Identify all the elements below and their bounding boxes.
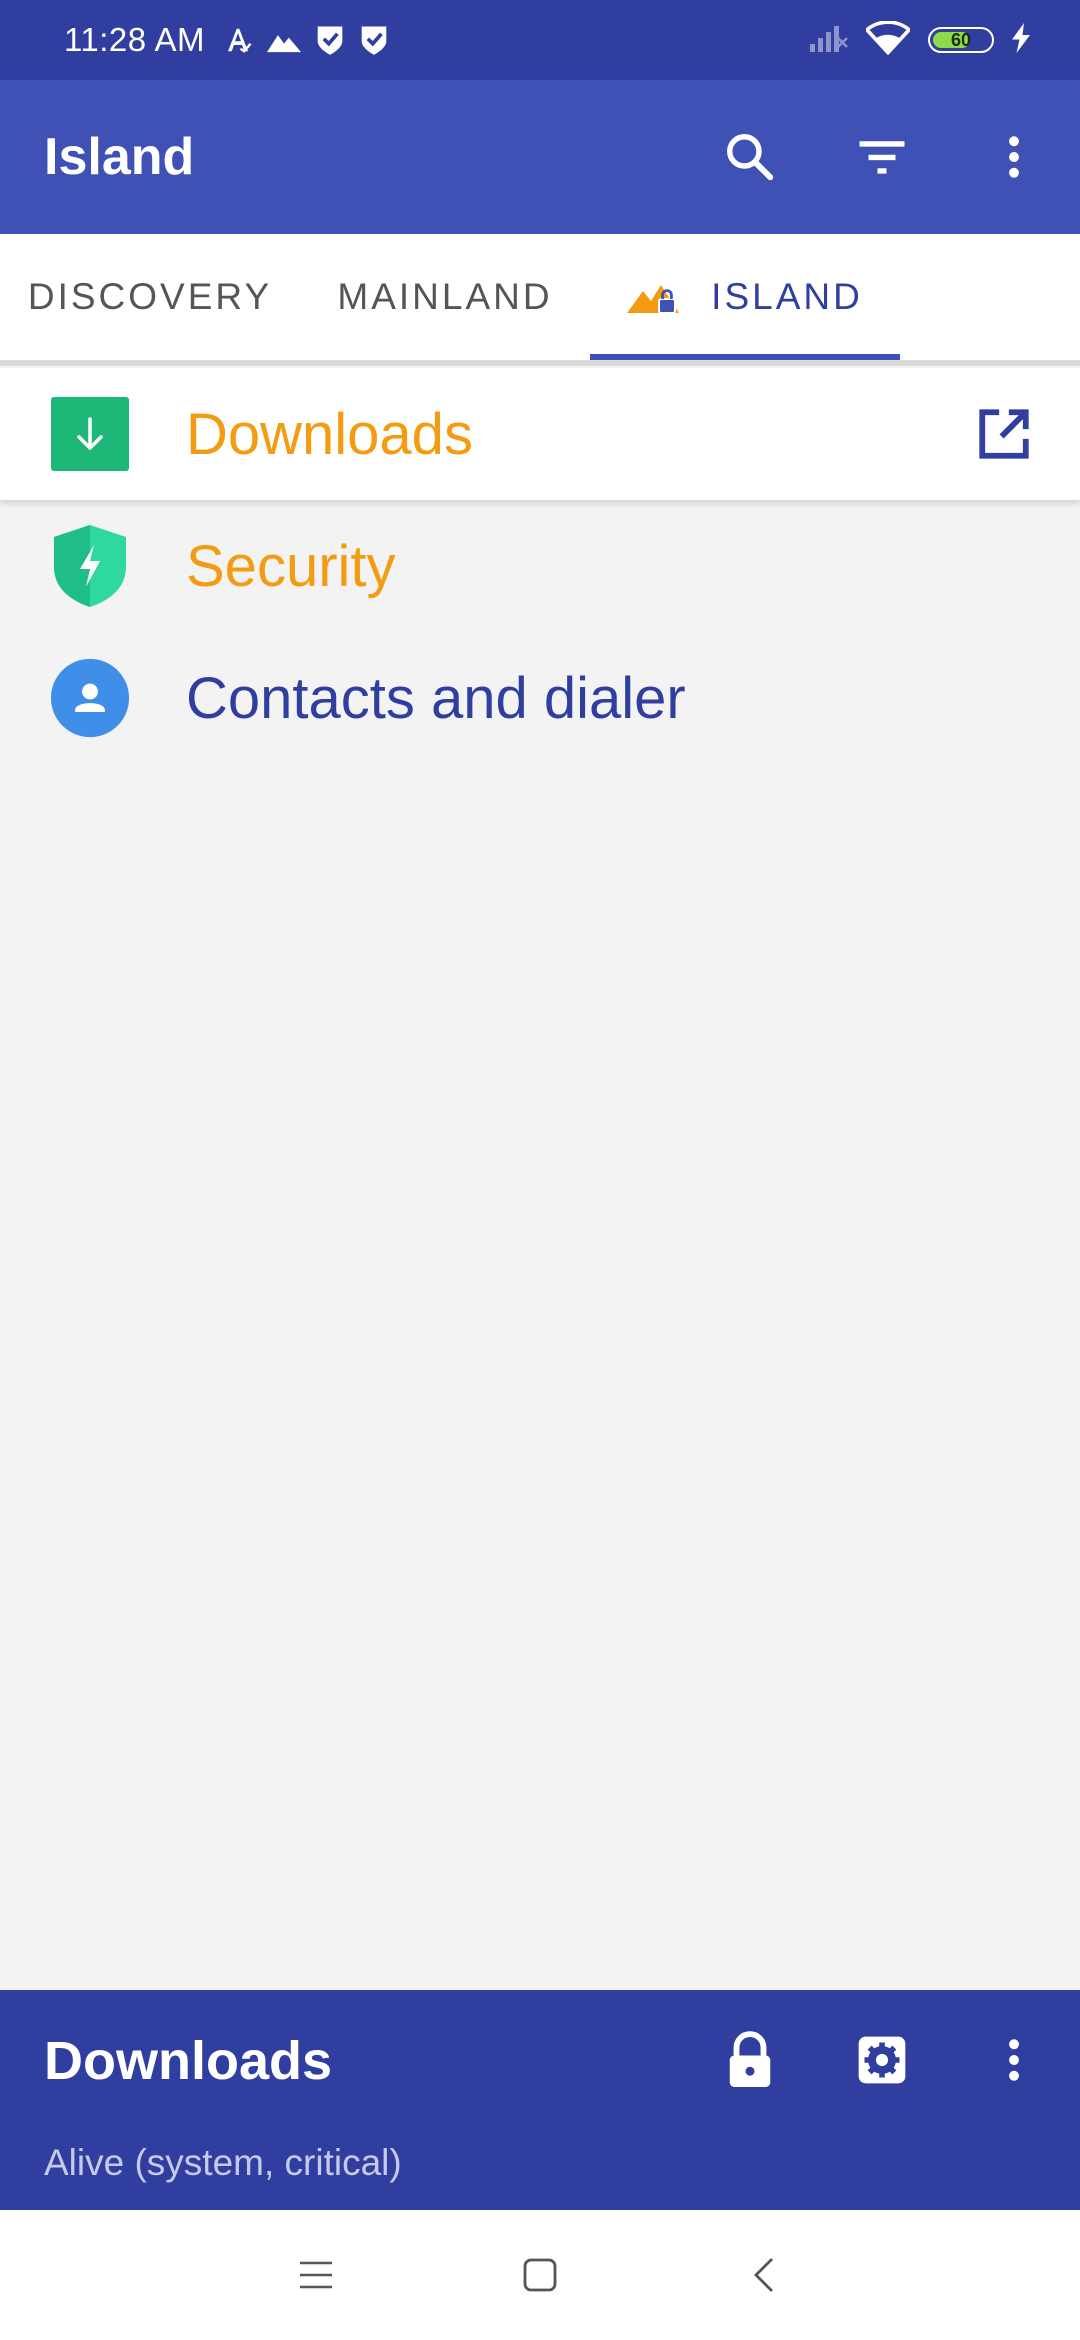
more-vert-icon [1009, 136, 1019, 178]
charging-icon [1012, 22, 1030, 58]
app-label: Security [186, 533, 396, 599]
island-icon [266, 27, 301, 53]
more-vert-icon [1009, 2039, 1019, 2081]
tab-indicator [590, 354, 900, 360]
tab-island[interactable]: ISLAND [590, 234, 900, 360]
tab-bar: DISCOVERY MAINLAND ISLAND [0, 234, 1080, 366]
island-tab-icon [627, 277, 683, 317]
download-icon [50, 394, 130, 474]
app-label: Contacts and dialer [186, 665, 686, 731]
list-item-downloads[interactable]: Downloads [0, 368, 1080, 500]
list-item-contacts[interactable]: Contacts and dialer [0, 632, 1080, 764]
wifi-icon [864, 19, 912, 60]
shield-check-icon [359, 24, 389, 56]
open-app-button[interactable] [964, 394, 1044, 474]
menu-icon [300, 2261, 332, 2289]
battery-level: 60 [950, 29, 972, 50]
recents-button[interactable] [204, 2210, 428, 2340]
filter-button[interactable] [816, 91, 948, 223]
home-square-icon [523, 2258, 557, 2292]
list-item-security[interactable]: Security [0, 500, 1080, 632]
home-button[interactable] [428, 2210, 652, 2340]
search-icon [727, 134, 774, 181]
shield-check-icon [315, 24, 345, 56]
status-bar: 11:28 AM 60 [0, 0, 1080, 80]
status-time: 11:28 AM [64, 21, 205, 58]
bottom-more-button[interactable] [948, 2010, 1080, 2110]
tab-discovery[interactable]: DISCOVERY [0, 234, 300, 360]
security-shield-icon [50, 525, 130, 607]
a-icon [223, 25, 253, 55]
contacts-icon [50, 658, 130, 738]
battery-icon: 60 [928, 27, 994, 53]
app-title: Island [44, 128, 195, 186]
lock-icon [729, 2031, 771, 2087]
app-bar: Island [0, 80, 1080, 234]
app-label: Downloads [186, 401, 473, 467]
settings-icon [858, 2036, 906, 2084]
signal-icon [808, 24, 848, 57]
tab-label: MAINLAND [337, 276, 553, 317]
bottom-sheet-subtitle: Alive (system, critical) [44, 2142, 402, 2183]
open-in-new-icon [979, 409, 1029, 459]
tab-label: DISCOVERY [27, 276, 273, 317]
bottom-sheet-title: Downloads [44, 2031, 333, 2091]
settings-button[interactable] [816, 2010, 948, 2110]
tab-label: ISLAND [711, 276, 863, 317]
navigation-bar [0, 2210, 1080, 2340]
tab-mainland[interactable]: MAINLAND [300, 234, 590, 360]
back-button[interactable] [652, 2210, 876, 2340]
lock-button[interactable] [684, 2010, 816, 2110]
search-button[interactable] [684, 91, 816, 223]
filter-icon [859, 141, 905, 174]
back-chevron-icon [754, 2258, 773, 2292]
more-options-button[interactable] [948, 91, 1080, 223]
bottom-sheet: Downloads Alive (system, critical) [0, 1990, 1080, 2210]
